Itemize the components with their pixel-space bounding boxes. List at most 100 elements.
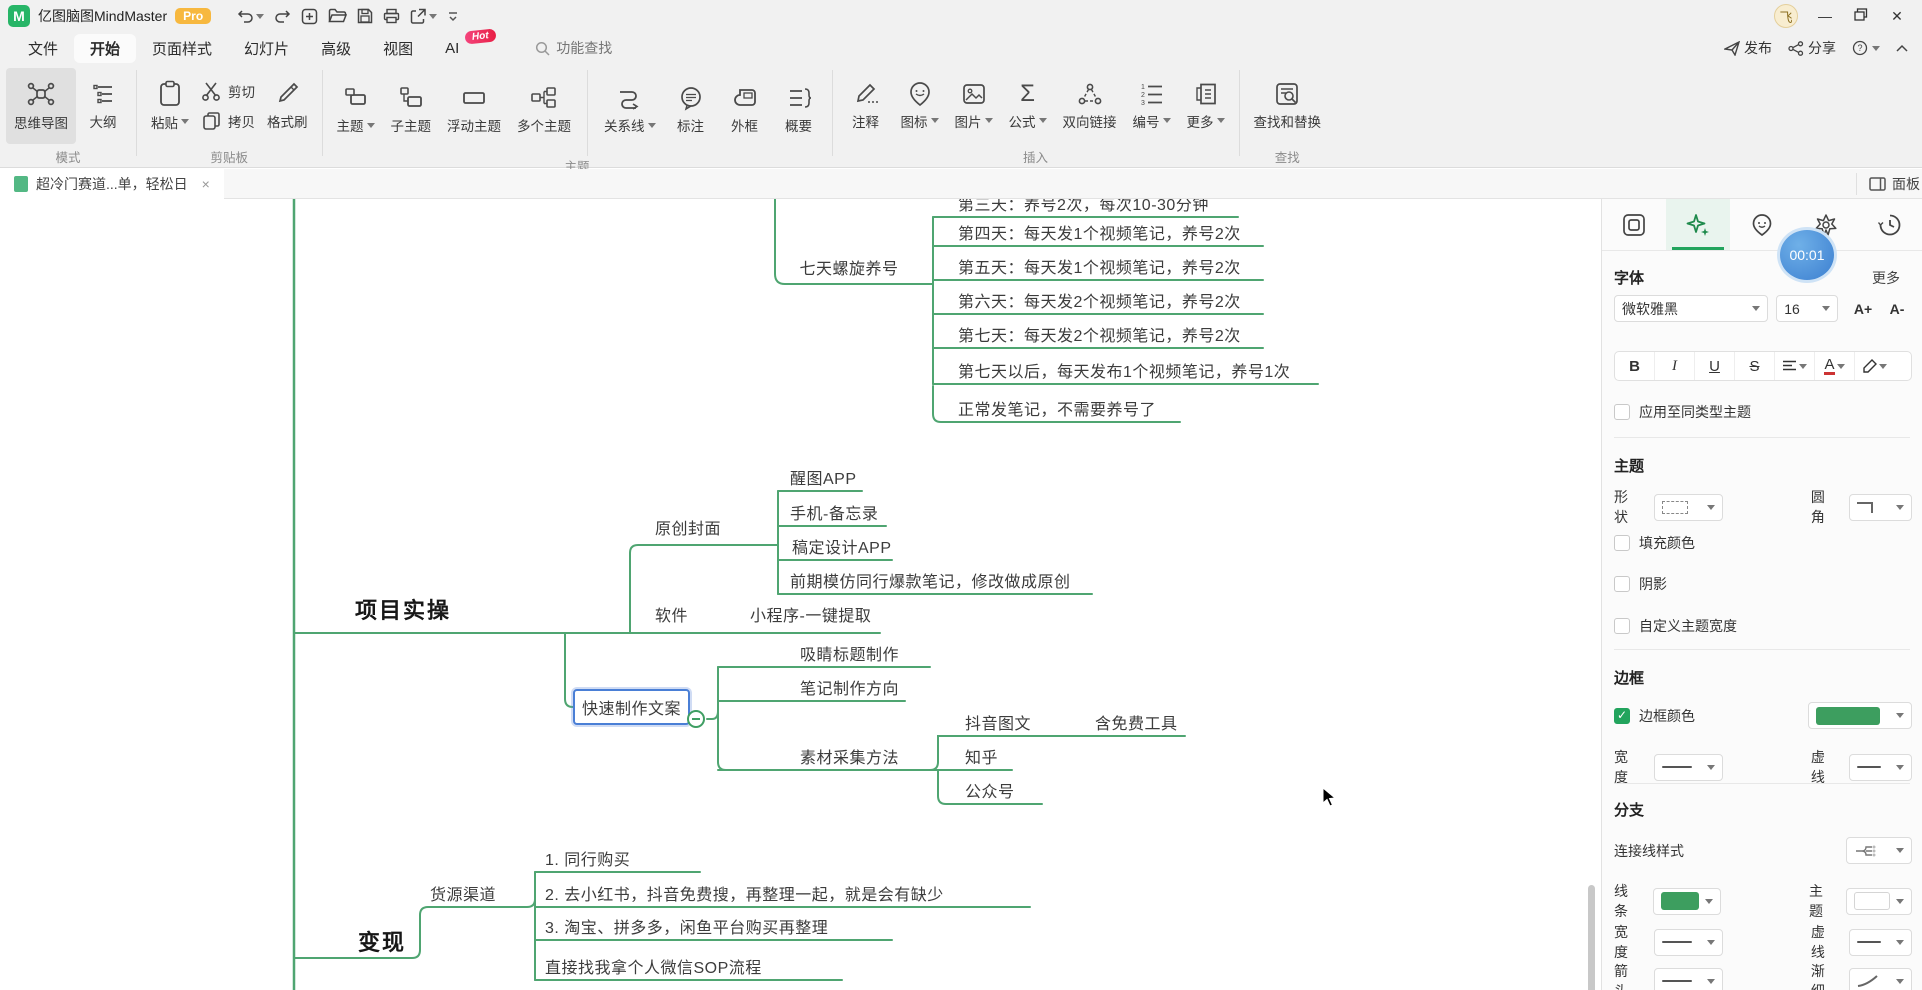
share-button[interactable]: 分享 (1788, 38, 1836, 58)
font-size-select[interactable]: 16 (1776, 295, 1838, 322)
feature-search[interactable] (535, 40, 696, 56)
panel-toggle-button[interactable]: 面板 (1856, 173, 1922, 195)
mindmap-node[interactable]: 七天螺旋养号 (775, 255, 923, 279)
fill-color-row[interactable]: 填充颜色 (1614, 533, 1912, 553)
ribbon-cut-button[interactable]: 剪切 (201, 81, 255, 101)
ribbon-formula-button[interactable]: Σ 公式 (1001, 68, 1055, 144)
border-color-select[interactable] (1808, 702, 1912, 729)
mindmap-node[interactable]: 前期模仿同行爆款笔记，修改做成原创 (790, 568, 1071, 592)
ribbon-subtopic-button[interactable]: 子主题 (383, 72, 440, 148)
export-button[interactable] (410, 8, 437, 24)
font-family-select[interactable]: 微软雅黑 (1614, 295, 1768, 322)
help-button[interactable]: ? (1852, 40, 1880, 56)
ribbon-find-replace-button[interactable]: 查找和替换 (1246, 68, 1330, 144)
mindmap-node[interactable]: 第五天：每天发1个视频笔记，养号2次 (958, 254, 1241, 278)
save-button[interactable] (357, 8, 373, 24)
ribbon-floating-topic-button[interactable]: 浮动主题 (439, 72, 509, 148)
align-button[interactable] (1775, 352, 1815, 380)
mindmap-node[interactable]: 直接找我拿个人微信SOP流程 (545, 954, 762, 978)
mindmap-node[interactable]: 手机-备忘录 (790, 500, 878, 524)
mindmap-node[interactable]: 1. 同行购买 (545, 846, 630, 870)
customize-toolbar-button[interactable] (447, 10, 459, 22)
mindmap-node[interactable]: 公众号 (965, 778, 1015, 802)
shadow-row[interactable]: 阴影 (1614, 574, 1912, 594)
mindmap-node[interactable]: 货源渠道 (430, 881, 496, 905)
ribbon-topic-button[interactable]: 主题 (329, 72, 383, 148)
ribbon-callout-button[interactable]: 标注 (664, 72, 718, 148)
ribbon-more-button[interactable]: 更多 (1179, 68, 1233, 144)
mindmap-node[interactable]: 素材采集方法 (800, 744, 899, 768)
font-more-link[interactable]: 更多 (1872, 268, 1900, 288)
mindmap-node[interactable]: 抖音图文 (965, 710, 1031, 734)
fill-color-checkbox[interactable] (1614, 535, 1630, 551)
italic-button[interactable]: I (1655, 352, 1695, 380)
mindmap-canvas[interactable]: 七天螺旋养号 第三天：养号2次，每次10-30分钟 第四天：每天发1个视频笔记，… (0, 199, 1600, 990)
search-input[interactable] (556, 40, 696, 56)
font-increase-button[interactable]: A+ (1848, 295, 1878, 322)
font-decrease-button[interactable]: A- (1882, 295, 1912, 322)
close-button[interactable]: ✕ (1888, 8, 1906, 25)
ribbon-format-painter-button[interactable]: 格式刷 (259, 68, 316, 144)
border-color-checkbox[interactable] (1614, 708, 1630, 724)
mindmap-node[interactable]: 原创封面 (655, 515, 721, 539)
border-width-select[interactable] (1654, 754, 1723, 781)
connector-style-select[interactable] (1846, 837, 1912, 864)
ribbon-boundary-button[interactable]: 外框 (718, 72, 772, 148)
tab-history[interactable] (1858, 199, 1922, 250)
tab-topic-style[interactable] (1666, 199, 1730, 250)
maximize-button[interactable] (1852, 8, 1870, 24)
ribbon-picture-button[interactable]: 图片 (947, 68, 1001, 144)
custom-width-row[interactable]: 自定义主题宽度 (1614, 616, 1912, 636)
branch-topic-select[interactable] (1846, 888, 1912, 915)
line-color-select[interactable] (1653, 888, 1721, 915)
bold-button[interactable]: B (1615, 352, 1655, 380)
mindmap-node[interactable]: 笔记制作方向 (800, 675, 899, 699)
new-file-button[interactable] (301, 8, 318, 25)
shadow-checkbox[interactable] (1614, 576, 1630, 592)
print-button[interactable] (383, 8, 400, 24)
mindmap-node[interactable]: 含免费工具 (1095, 710, 1178, 734)
export-caret-icon[interactable] (429, 14, 437, 19)
ribbon-numbering-button[interactable]: 123 编号 (1125, 68, 1179, 144)
shape-select[interactable] (1654, 494, 1723, 521)
strikethrough-button[interactable]: S (1735, 352, 1775, 380)
menu-page-style[interactable]: 页面样式 (136, 34, 228, 63)
mindmap-node[interactable]: 稿定设计APP (792, 534, 892, 558)
undo-button[interactable] (237, 8, 264, 24)
minimize-button[interactable]: — (1816, 8, 1834, 24)
arrow-select[interactable] (1654, 968, 1723, 990)
ribbon-icon-button[interactable]: 图标 (893, 68, 947, 144)
publish-button[interactable]: 发布 (1724, 38, 1772, 58)
mindmap-node[interactable]: 小程序-一键提取 (750, 602, 871, 626)
tab-canvas-style[interactable] (1602, 199, 1666, 250)
mindmap-node[interactable]: 吸睛标题制作 (800, 641, 899, 665)
mindmap-node[interactable]: 第七天以后，每天发布1个视频笔记，养号1次 (958, 358, 1290, 382)
mindmap-node[interactable]: 第七天：每天发2个视频笔记，养号2次 (958, 322, 1241, 346)
mindmap-node-main[interactable]: 项目实操 (355, 593, 451, 625)
mindmap-node[interactable]: 知乎 (965, 744, 998, 768)
user-avatar[interactable]: 飞 (1774, 4, 1798, 28)
border-dash-select[interactable] (1849, 754, 1912, 781)
mindmap-node[interactable]: 正常发笔记，不需要养号了 (958, 396, 1156, 420)
apply-same-type-row[interactable]: 应用至同类型主题 (1614, 402, 1912, 422)
corner-select[interactable] (1849, 494, 1912, 521)
menu-advanced[interactable]: 高级 (305, 34, 367, 63)
mindmap-node[interactable]: 第四天：每天发1个视频笔记，养号2次 (958, 220, 1241, 244)
mindmap-node[interactable]: 第三天：养号2次，每次10-30分钟 (958, 199, 1209, 215)
font-color-button[interactable]: A (1815, 352, 1855, 380)
mindmap-node[interactable]: 3. 淘宝、拼多多，闲鱼平台购买再整理 (545, 914, 828, 938)
menu-home[interactable]: 开始 (74, 34, 136, 63)
apply-same-type-checkbox[interactable] (1614, 404, 1630, 420)
branch-dash-select[interactable] (1849, 929, 1912, 956)
document-tab[interactable]: 超冷门赛道...单，轻松日 × (0, 169, 224, 199)
undo-caret-icon[interactable] (256, 14, 264, 19)
ribbon-copy-button[interactable]: 拷贝 (201, 111, 255, 131)
mindmap-node[interactable]: 醒图APP (790, 465, 857, 489)
custom-width-checkbox[interactable] (1614, 618, 1630, 634)
menu-ai[interactable]: AI Hot (429, 36, 475, 61)
open-file-button[interactable] (328, 8, 347, 24)
ribbon-comment-button[interactable]: 注释 (839, 68, 893, 144)
mindmap-node-main[interactable]: 变现 (358, 925, 406, 957)
ribbon-relation-button[interactable]: 关系线 (596, 72, 664, 148)
ribbon-multi-topic-button[interactable]: 多个主题 (509, 72, 579, 148)
